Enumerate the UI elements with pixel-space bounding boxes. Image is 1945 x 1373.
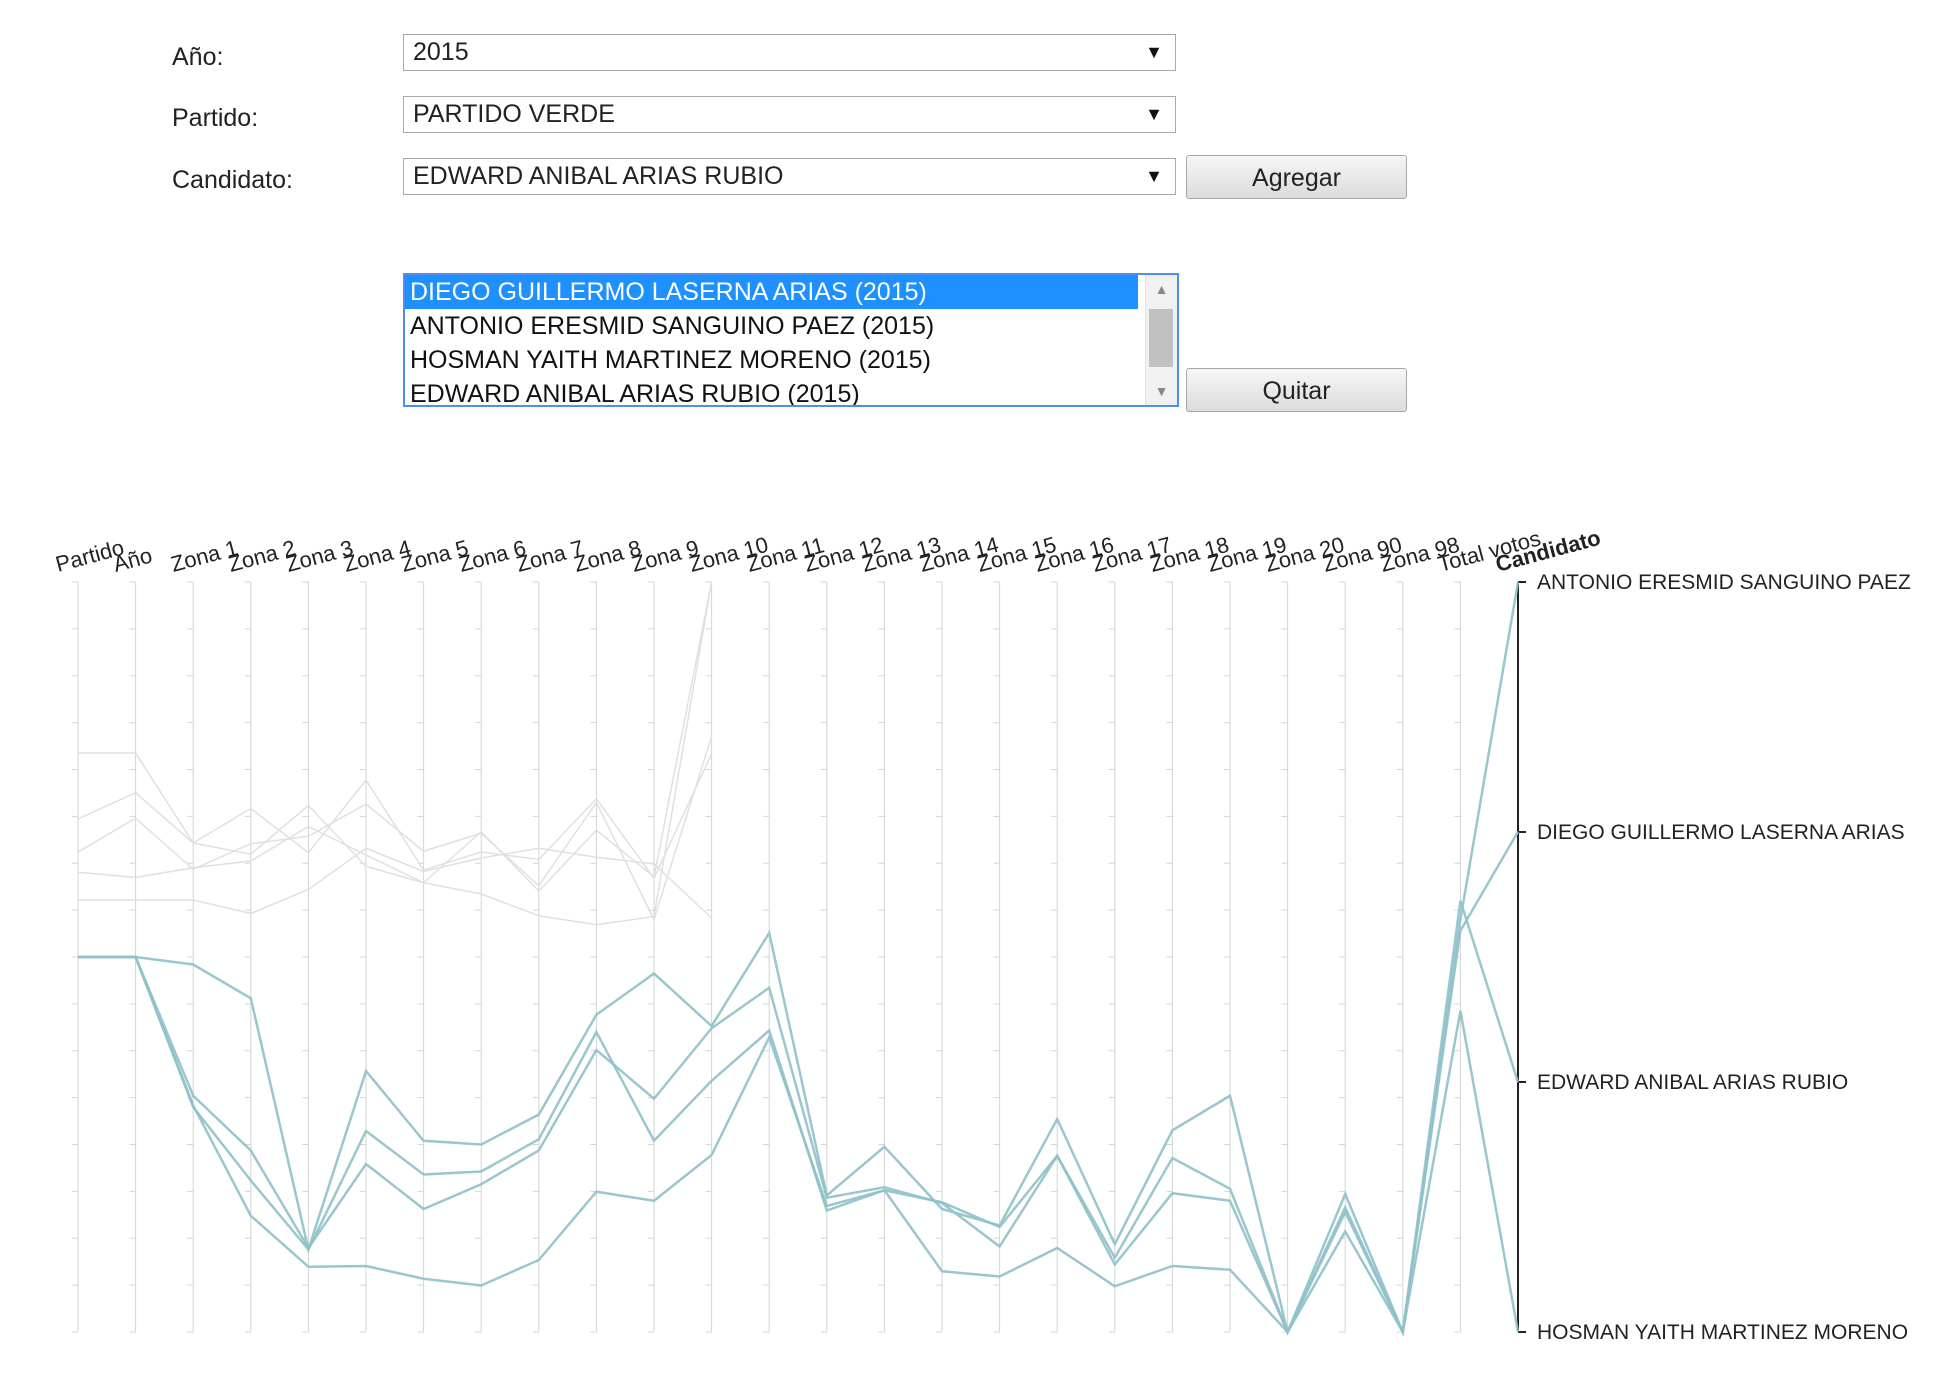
dropdown-arrow-icon: ▼: [1145, 42, 1163, 62]
partido-select-value: PARTIDO VERDE: [413, 100, 615, 128]
scroll-up-icon[interactable]: ▲: [1146, 275, 1177, 303]
list-item[interactable]: EDWARD ANIBAL ARIAS RUBIO (2015): [405, 377, 1138, 405]
selected-candidates-listbox[interactable]: DIEGO GUILLERMO LASERNA ARIAS (2015) ANT…: [403, 273, 1179, 407]
series-line[interactable]: [78, 831, 1520, 1337]
candidate-axis-label: DIEGO GUILLERMO LASERNA ARIAS: [1537, 821, 1905, 844]
list-item[interactable]: ANTONIO ERESMID SANGUINO PAEZ (2015): [405, 309, 1138, 343]
quitar-button[interactable]: Quitar: [1186, 368, 1407, 412]
partido-select[interactable]: PARTIDO VERDE ▼: [403, 96, 1176, 133]
scrollbar-thumb[interactable]: [1149, 309, 1173, 367]
anio-select[interactable]: 2015 ▼: [403, 34, 1176, 71]
candidate-axis-label: ANTONIO ERESMID SANGUINO PAEZ: [1537, 571, 1911, 594]
listbox-scrollbar[interactable]: ▲ ▼: [1145, 275, 1177, 405]
series-line[interactable]: [78, 581, 1520, 1337]
partido-label: Partido:: [172, 104, 259, 132]
dropdown-arrow-icon: ▼: [1145, 104, 1163, 124]
series-line[interactable]: [78, 955, 1520, 1336]
candidate-axis-label: HOSMAN YAITH MARTINEZ MORENO: [1537, 1321, 1908, 1344]
anio-label: Año:: [172, 43, 224, 71]
agregar-button[interactable]: Agregar: [1186, 155, 1407, 199]
candidato-select-value: EDWARD ANIBAL ARIAS RUBIO: [413, 162, 784, 190]
series-line[interactable]: [78, 900, 1520, 1337]
anio-select-value: 2015: [413, 38, 469, 66]
faded-series-line: [78, 847, 713, 919]
candidate-axis-label: EDWARD ANIBAL ARIAS RUBIO: [1537, 1071, 1848, 1094]
list-item[interactable]: HOSMAN YAITH MARTINEZ MORENO (2015): [405, 343, 1138, 377]
list-item[interactable]: DIEGO GUILLERMO LASERNA ARIAS (2015): [405, 275, 1138, 309]
candidato-label: Candidato:: [172, 166, 293, 194]
parallel-coordinates-chart: ANTONIO ERESMID SANGUINO PAEZ DIEGO GUILL…: [53, 525, 1911, 1344]
faded-series-line: [77, 581, 713, 926]
dropdown-arrow-icon: ▼: [1145, 166, 1163, 186]
faded-series-line: [77, 736, 713, 922]
candidato-select[interactable]: EDWARD ANIBAL ARIAS RUBIO ▼: [403, 158, 1176, 195]
scroll-down-icon[interactable]: ▼: [1146, 377, 1177, 405]
